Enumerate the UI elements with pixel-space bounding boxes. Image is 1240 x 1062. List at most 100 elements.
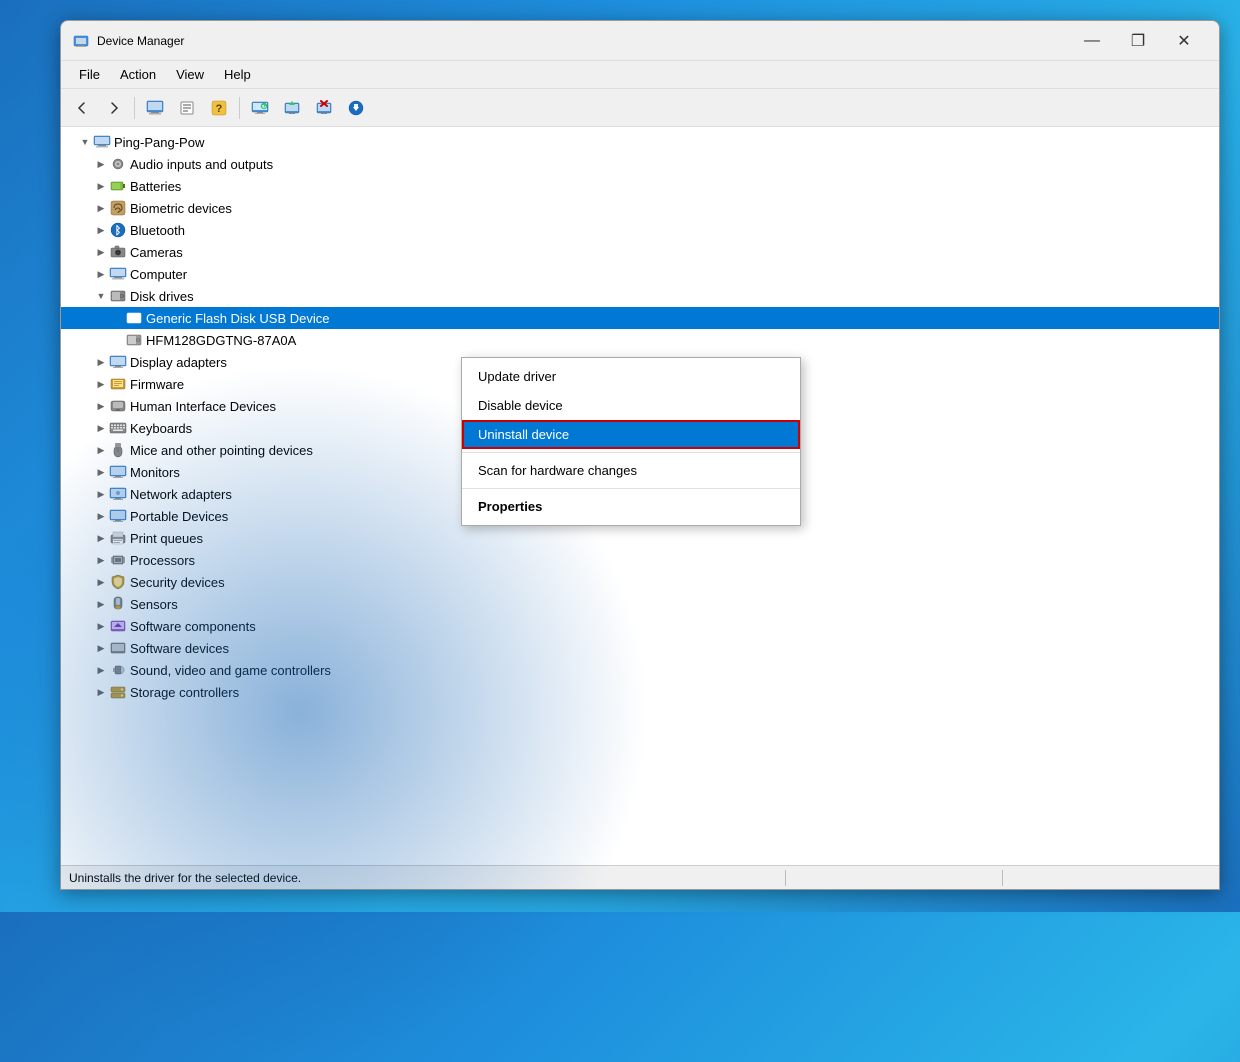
tree-batteries[interactable]: ▶ Batteries xyxy=(61,175,1219,197)
security-icon xyxy=(109,573,127,591)
biometric-toggle[interactable]: ▶ xyxy=(93,200,109,216)
tree-computer[interactable]: ▶ Computer xyxy=(61,263,1219,285)
portable-toggle[interactable]: ▶ xyxy=(93,508,109,524)
tree-sensors[interactable]: ▶ Sensors xyxy=(61,593,1219,615)
flashdisk-label: Generic Flash Disk USB Device xyxy=(146,311,330,326)
bluetooth-icon: ᛒ xyxy=(109,221,127,239)
update-driver-button[interactable] xyxy=(277,94,307,122)
print-toggle[interactable]: ▶ xyxy=(93,530,109,546)
svg-text:?: ? xyxy=(216,103,223,115)
monitors-label: Monitors xyxy=(130,465,180,480)
tree-hfm128[interactable]: HFM128GDGTNG-87A0A xyxy=(61,329,1219,351)
display-label: Display adapters xyxy=(130,355,227,370)
processors-icon xyxy=(109,551,127,569)
tree-bluetooth[interactable]: ▶ ᛒ Bluetooth xyxy=(61,219,1219,241)
security-label: Security devices xyxy=(130,575,225,590)
computer-label: Computer xyxy=(130,267,187,282)
audio-toggle[interactable]: ▶ xyxy=(93,156,109,172)
app-icon xyxy=(73,33,89,49)
menu-action[interactable]: Action xyxy=(110,65,166,84)
ctx-uninstall-device[interactable]: Uninstall device xyxy=(462,420,800,449)
hid-toggle[interactable]: ▶ xyxy=(93,398,109,414)
sw-components-toggle[interactable]: ▶ xyxy=(93,618,109,634)
sw-devices-icon xyxy=(109,639,127,657)
tree-security[interactable]: ▶ Security devices xyxy=(61,571,1219,593)
download-button[interactable] xyxy=(341,94,371,122)
tree-print[interactable]: ▶ Print queues xyxy=(61,527,1219,549)
ctx-scan-hardware[interactable]: Scan for hardware changes xyxy=(462,456,800,485)
status-text: Uninstalls the driver for the selected d… xyxy=(69,871,777,885)
root-toggle[interactable]: ▼ xyxy=(77,134,93,150)
tree-storage[interactable]: ▶ Storage controllers xyxy=(61,681,1219,703)
tree-processors[interactable]: ▶ Processors xyxy=(61,549,1219,571)
security-toggle[interactable]: ▶ xyxy=(93,574,109,590)
storage-icon xyxy=(109,683,127,701)
sensors-label: Sensors xyxy=(130,597,178,612)
portable-label: Portable Devices xyxy=(130,509,228,524)
flashdisk-icon xyxy=(125,309,143,327)
ctx-properties[interactable]: Properties xyxy=(462,492,800,521)
network-label: Network adapters xyxy=(130,487,232,502)
ctx-disable-device[interactable]: Disable device xyxy=(462,391,800,420)
cameras-toggle[interactable]: ▶ xyxy=(93,244,109,260)
biometric-label: Biometric devices xyxy=(130,201,232,216)
cameras-icon xyxy=(109,243,127,261)
close-button[interactable]: ✕ xyxy=(1161,25,1207,57)
help-button[interactable]: ? xyxy=(204,94,234,122)
hid-icon xyxy=(109,397,127,415)
context-menu: Update driver Disable device Uninstall d… xyxy=(461,357,801,526)
scan-hardware-button[interactable]: ↻ xyxy=(245,94,275,122)
tree-audio[interactable]: ▶ Audio inputs and outputs xyxy=(61,153,1219,175)
tree-flashdisk[interactable]: Generic Flash Disk USB Device xyxy=(61,307,1219,329)
forward-button[interactable] xyxy=(99,94,129,122)
computer-icon xyxy=(93,133,111,151)
print-icon xyxy=(109,529,127,547)
monitors-toggle[interactable]: ▶ xyxy=(93,464,109,480)
computer-toggle[interactable]: ▶ xyxy=(93,266,109,282)
menu-file[interactable]: File xyxy=(69,65,110,84)
tree-sound[interactable]: ▶ Sound, video and game controllers xyxy=(61,659,1219,681)
sw-components-label: Software components xyxy=(130,619,256,634)
network-toggle[interactable]: ▶ xyxy=(93,486,109,502)
mice-label: Mice and other pointing devices xyxy=(130,443,313,458)
ctx-update-driver[interactable]: Update driver xyxy=(462,362,800,391)
tree-root[interactable]: ▼ Ping-Pang-Pow xyxy=(61,131,1219,153)
tree-sw-devices[interactable]: ▶ Software devices xyxy=(61,637,1219,659)
mice-toggle[interactable]: ▶ xyxy=(93,442,109,458)
hfm128-icon xyxy=(125,331,143,349)
diskdrives-icon xyxy=(109,287,127,305)
display-toggle[interactable]: ▶ xyxy=(93,354,109,370)
device-manager-button[interactable] xyxy=(140,94,170,122)
sw-devices-toggle[interactable]: ▶ xyxy=(93,640,109,656)
storage-toggle[interactable]: ▶ xyxy=(93,684,109,700)
diskdrives-toggle[interactable]: ▼ xyxy=(93,288,109,304)
storage-label: Storage controllers xyxy=(130,685,239,700)
sound-toggle[interactable]: ▶ xyxy=(93,662,109,678)
firmware-toggle[interactable]: ▶ xyxy=(93,376,109,392)
hfm128-label: HFM128GDGTNG-87A0A xyxy=(146,333,296,348)
tree-sw-components[interactable]: ▶ Software components xyxy=(61,615,1219,637)
bluetooth-label: Bluetooth xyxy=(130,223,185,238)
properties-button[interactable] xyxy=(172,94,202,122)
window-controls: — ❐ ✕ xyxy=(1069,25,1207,57)
minimize-button[interactable]: — xyxy=(1069,25,1115,57)
menu-help[interactable]: Help xyxy=(214,65,261,84)
keyboards-toggle[interactable]: ▶ xyxy=(93,420,109,436)
back-button[interactable] xyxy=(67,94,97,122)
tree-diskdrives[interactable]: ▼ Disk drives xyxy=(61,285,1219,307)
sensors-toggle[interactable]: ▶ xyxy=(93,596,109,612)
tree-biometric[interactable]: ▶ Biometric devices xyxy=(61,197,1219,219)
svg-text:ᛒ: ᛒ xyxy=(115,225,122,237)
maximize-button[interactable]: ❐ xyxy=(1115,25,1161,57)
bluetooth-toggle[interactable]: ▶ xyxy=(93,222,109,238)
uninstall-button[interactable] xyxy=(309,94,339,122)
keyboards-icon xyxy=(109,419,127,437)
menu-view[interactable]: View xyxy=(166,65,214,84)
flashdisk-toggle xyxy=(109,310,125,326)
batteries-toggle[interactable]: ▶ xyxy=(93,178,109,194)
ctx-separator-2 xyxy=(462,488,800,489)
computer-icon xyxy=(109,265,127,283)
processors-toggle[interactable]: ▶ xyxy=(93,552,109,568)
device-manager-window: Device Manager — ❐ ✕ File Action View He… xyxy=(60,20,1220,890)
tree-cameras[interactable]: ▶ Cameras xyxy=(61,241,1219,263)
